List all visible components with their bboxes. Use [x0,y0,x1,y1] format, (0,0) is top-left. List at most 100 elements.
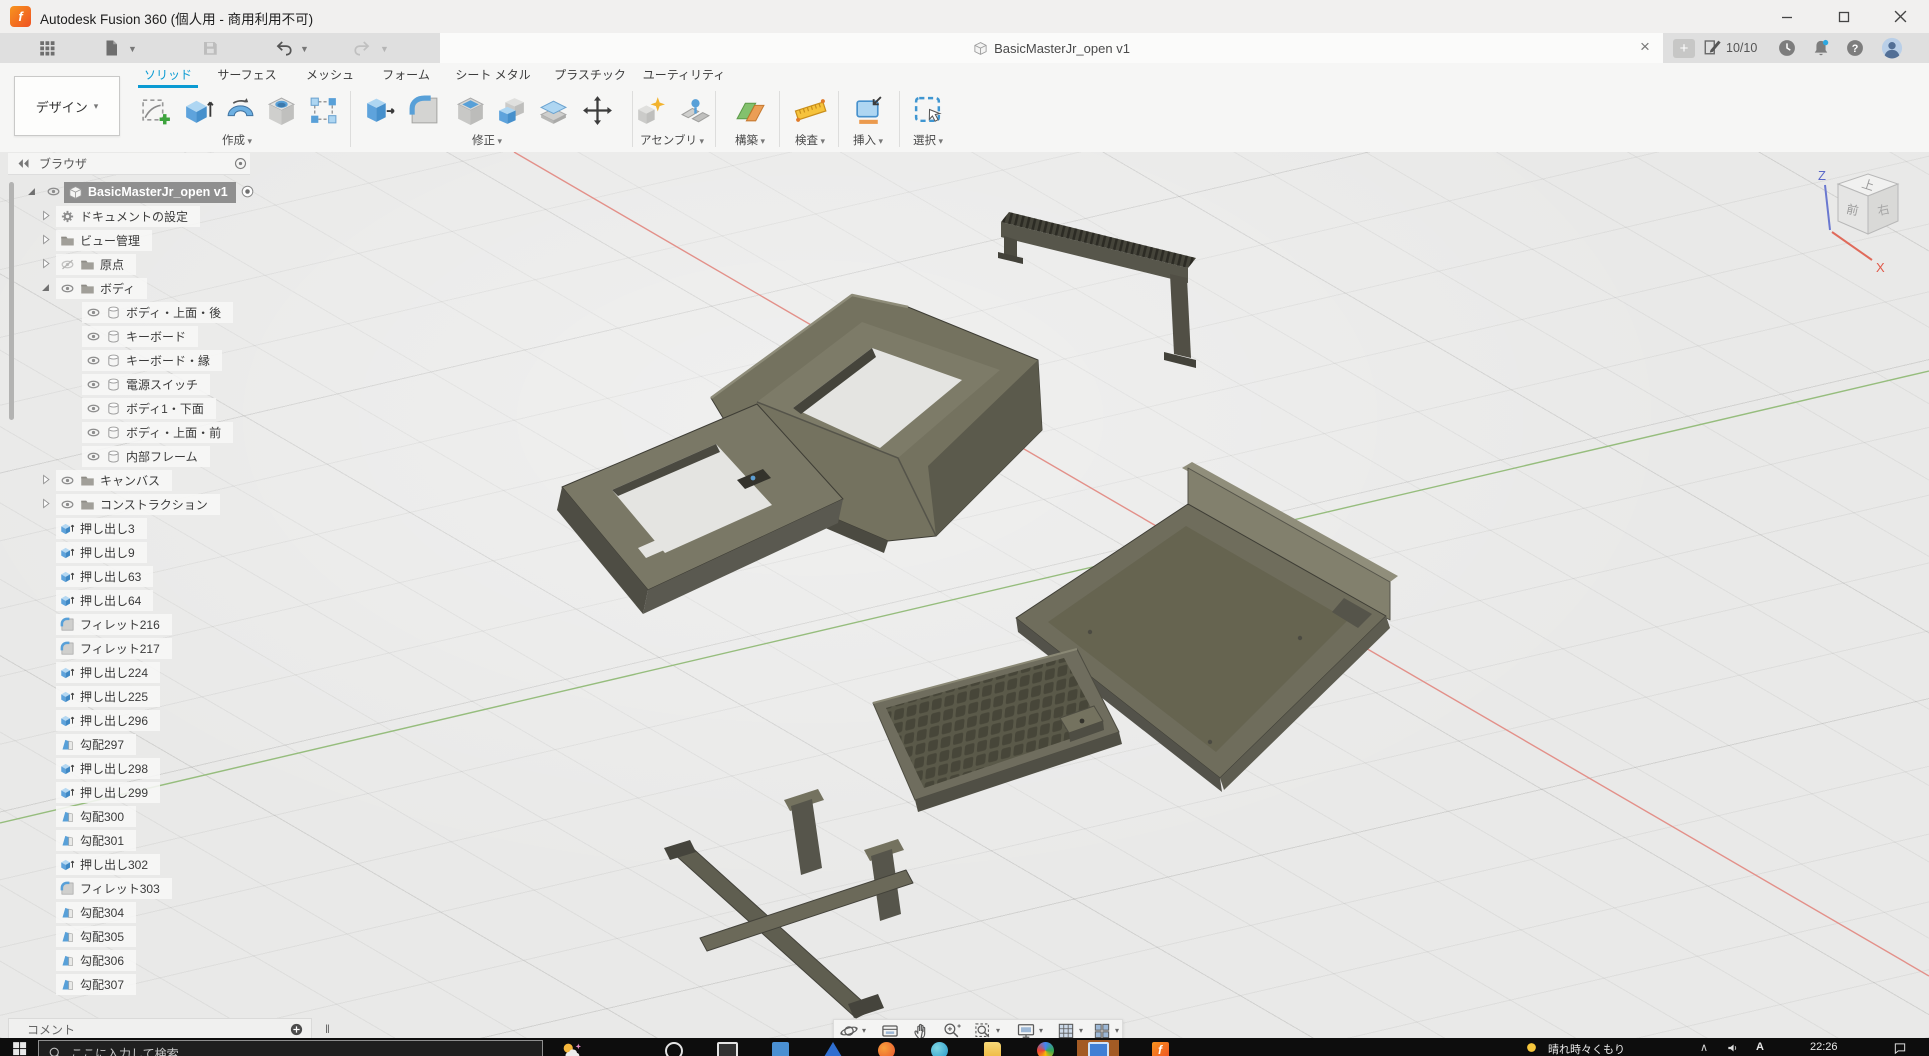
tree-row-押し出し9[interactable]: 押し出し9 [0,541,320,563]
model-part-vent-rail[interactable] [998,212,1196,368]
notifications-bell-icon[interactable] [1811,38,1831,58]
app-grid-menu-button[interactable] [35,37,59,59]
tree-row-コンストラクション[interactable]: コンストラクション [0,493,320,515]
orbit-caret-icon[interactable]: ▾ [862,1026,866,1035]
tree-expand-arrow-icon[interactable] [38,208,53,223]
measure-button[interactable] [792,92,828,128]
model-part-internal-frame[interactable] [664,789,913,1018]
redo-caret-icon[interactable]: ▼ [380,44,389,54]
notification-center-icon[interactable] [1893,1041,1908,1056]
ribbon-tab-プラスチック[interactable]: プラスチック [554,66,626,83]
tree-row-ビュー管理[interactable]: ビュー管理 [0,229,320,251]
group-label-検査[interactable]: 検査 ▾ [795,132,825,148]
visibility-eye-icon[interactable] [86,401,101,416]
tree-row-フィレット216[interactable]: フィレット216 [0,613,320,635]
grid-display-caret-icon[interactable]: ▾ [1079,1026,1083,1035]
new-tab-button[interactable]: + [1673,39,1695,58]
ribbon-tab-シート メタル[interactable]: シート メタル [455,66,530,83]
viewports-caret-icon[interactable]: ▾ [1115,1026,1119,1035]
workspace-selector[interactable]: デザイン ▾ [14,76,120,136]
tree-row-ボディ[interactable]: ボディ [0,277,320,299]
joint-button[interactable] [677,92,713,128]
tree-row-押し出し63[interactable]: 押し出し63 [0,565,320,587]
visibility-eye-icon[interactable] [86,449,101,464]
taskbar-app-fusion-360[interactable]: f [1147,1040,1173,1056]
visibility-eye-icon[interactable] [86,329,101,344]
tree-row-押し出し298[interactable]: 押し出し298 [0,757,320,779]
add-comment-icon[interactable] [289,1022,304,1037]
visibility-eye-icon[interactable] [86,305,101,320]
taskbar-app-cortana[interactable] [661,1040,687,1056]
visibility-eye-icon[interactable] [86,353,101,368]
tree-expand-arrow-icon[interactable] [38,256,53,271]
tree-row-勾配301[interactable]: 勾配301 [0,829,320,851]
taskbar-app-storage-app[interactable] [820,1040,846,1056]
ribbon-tab-メッシュ[interactable]: メッシュ [306,66,354,83]
tree-row-BasicMasterJr_open v1[interactable]: BasicMasterJr_open v1 [0,181,320,203]
tree-row-勾配306[interactable]: 勾配306 [0,949,320,971]
new-component-button[interactable] [631,92,667,128]
ribbon-tab-ソリッド[interactable]: ソリッド [144,66,192,83]
fillet-button[interactable] [406,92,442,128]
tree-row-ドキュメントの設定[interactable]: ドキュメントの設定 [0,205,320,227]
tree-row-勾配307[interactable]: 勾配307 [0,973,320,995]
tree-row-押し出し64[interactable]: 押し出し64 [0,589,320,611]
group-label-構築[interactable]: 構築 ▾ [735,132,765,148]
tree-row-キーボード[interactable]: キーボード [0,325,320,347]
ribbon-tab-フォーム[interactable]: フォーム [382,66,430,83]
tree-row-ボディ1・下面[interactable]: ボディ1・下面 [0,397,320,419]
tree-collapse-arrow-icon[interactable] [24,184,39,199]
tree-row-勾配304[interactable]: 勾配304 [0,901,320,923]
visibility-eye-icon[interactable] [46,184,61,199]
maximize-button[interactable] [1815,0,1872,33]
extrude-button[interactable] [180,92,216,128]
group-label-選択[interactable]: 選択 ▾ [913,132,943,148]
visibility-eye-icon[interactable] [60,473,75,488]
tree-row-押し出し299[interactable]: 押し出し299 [0,781,320,803]
file-menu-button[interactable] [99,37,123,59]
fit-caret-icon[interactable]: ▾ [996,1026,1000,1035]
tree-row-ボディ・上面・後[interactable]: ボディ・上面・後 [0,301,320,323]
tray-clock[interactable]: 22:26 [1810,1041,1838,1053]
file-menu-caret-icon[interactable]: ▼ [128,44,137,54]
taskbar-app-web-globe[interactable] [1032,1040,1058,1056]
taskbar-app-cad-app-active[interactable] [1077,1040,1119,1056]
insert-button[interactable] [850,92,886,128]
collapse-panel-icon[interactable] [16,156,31,171]
group-label-修正[interactable]: 修正 ▾ [472,132,502,148]
ribbon-tab-ユーティリティ[interactable]: ユーティリティ [643,66,726,83]
construction-plane-button[interactable] [732,92,768,128]
visibility-eye-icon[interactable] [60,281,75,296]
tree-row-内部フレーム[interactable]: 内部フレーム [0,445,320,467]
tree-row-フィレット217[interactable]: フィレット217 [0,637,320,659]
tree-expand-arrow-icon[interactable] [38,472,53,487]
tree-row-キャンバス[interactable]: キャンバス [0,469,320,491]
tree-row-フィレット303[interactable]: フィレット303 [0,877,320,899]
taskbar-search-input[interactable]: ここに入力して検索 [38,1040,543,1056]
tree-row-押し出し224[interactable]: 押し出し224 [0,661,320,683]
group-label-挿入[interactable]: 挿入 ▾ [853,132,883,148]
hole-button[interactable] [263,92,299,128]
taskbar-app-browser-red[interactable] [873,1040,899,1056]
undo-caret-icon[interactable]: ▼ [300,44,309,54]
tree-row-原点[interactable]: 原点 [0,253,320,275]
visibility-eye-icon[interactable] [60,497,75,512]
tree-expand-arrow-icon[interactable] [38,232,53,247]
pattern-button[interactable] [305,92,341,128]
taskbar-app-file-explorer[interactable] [979,1040,1005,1056]
tree-row-勾配297[interactable]: 勾配297 [0,733,320,755]
tray-weather-text[interactable]: 晴れ時々くもり [1548,1041,1625,1056]
tree-row-キーボード・縁[interactable]: キーボード・縁 [0,349,320,371]
group-label-作成[interactable]: 作成 ▾ [222,132,252,148]
redo-button[interactable] [351,37,375,59]
taskbar-app-task-view[interactable] [714,1040,740,1056]
tree-row-押し出し225[interactable]: 押し出し225 [0,685,320,707]
visibility-eye-icon[interactable] [60,257,75,272]
tray-speaker-icon[interactable] [1726,1041,1741,1056]
tray-chevron-icon[interactable]: ∧ [1700,1041,1708,1054]
tree-expand-arrow-icon[interactable] [38,496,53,511]
start-button[interactable] [11,1040,29,1056]
move-button[interactable] [579,92,615,128]
shell-button[interactable] [452,92,488,128]
press-pull-button[interactable] [360,92,396,128]
